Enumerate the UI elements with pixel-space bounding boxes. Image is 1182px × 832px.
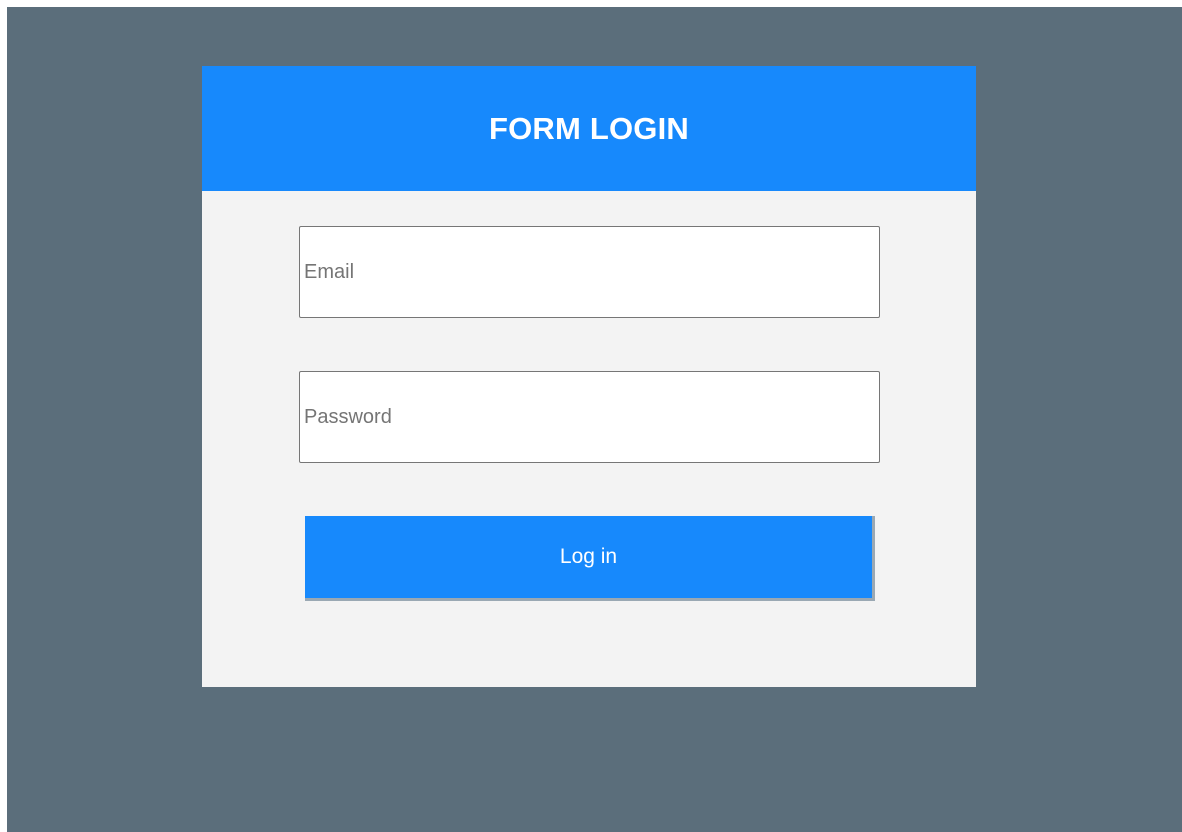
login-card: FORM LOGIN Log in xyxy=(202,66,976,687)
form-title: FORM LOGIN xyxy=(488,110,690,146)
card-header: FORM LOGIN xyxy=(202,66,976,191)
login-button[interactable]: Log in xyxy=(305,516,875,601)
page-background: FORM LOGIN Log in xyxy=(7,7,1182,832)
password-field[interactable] xyxy=(299,371,880,463)
email-field[interactable] xyxy=(299,226,880,318)
